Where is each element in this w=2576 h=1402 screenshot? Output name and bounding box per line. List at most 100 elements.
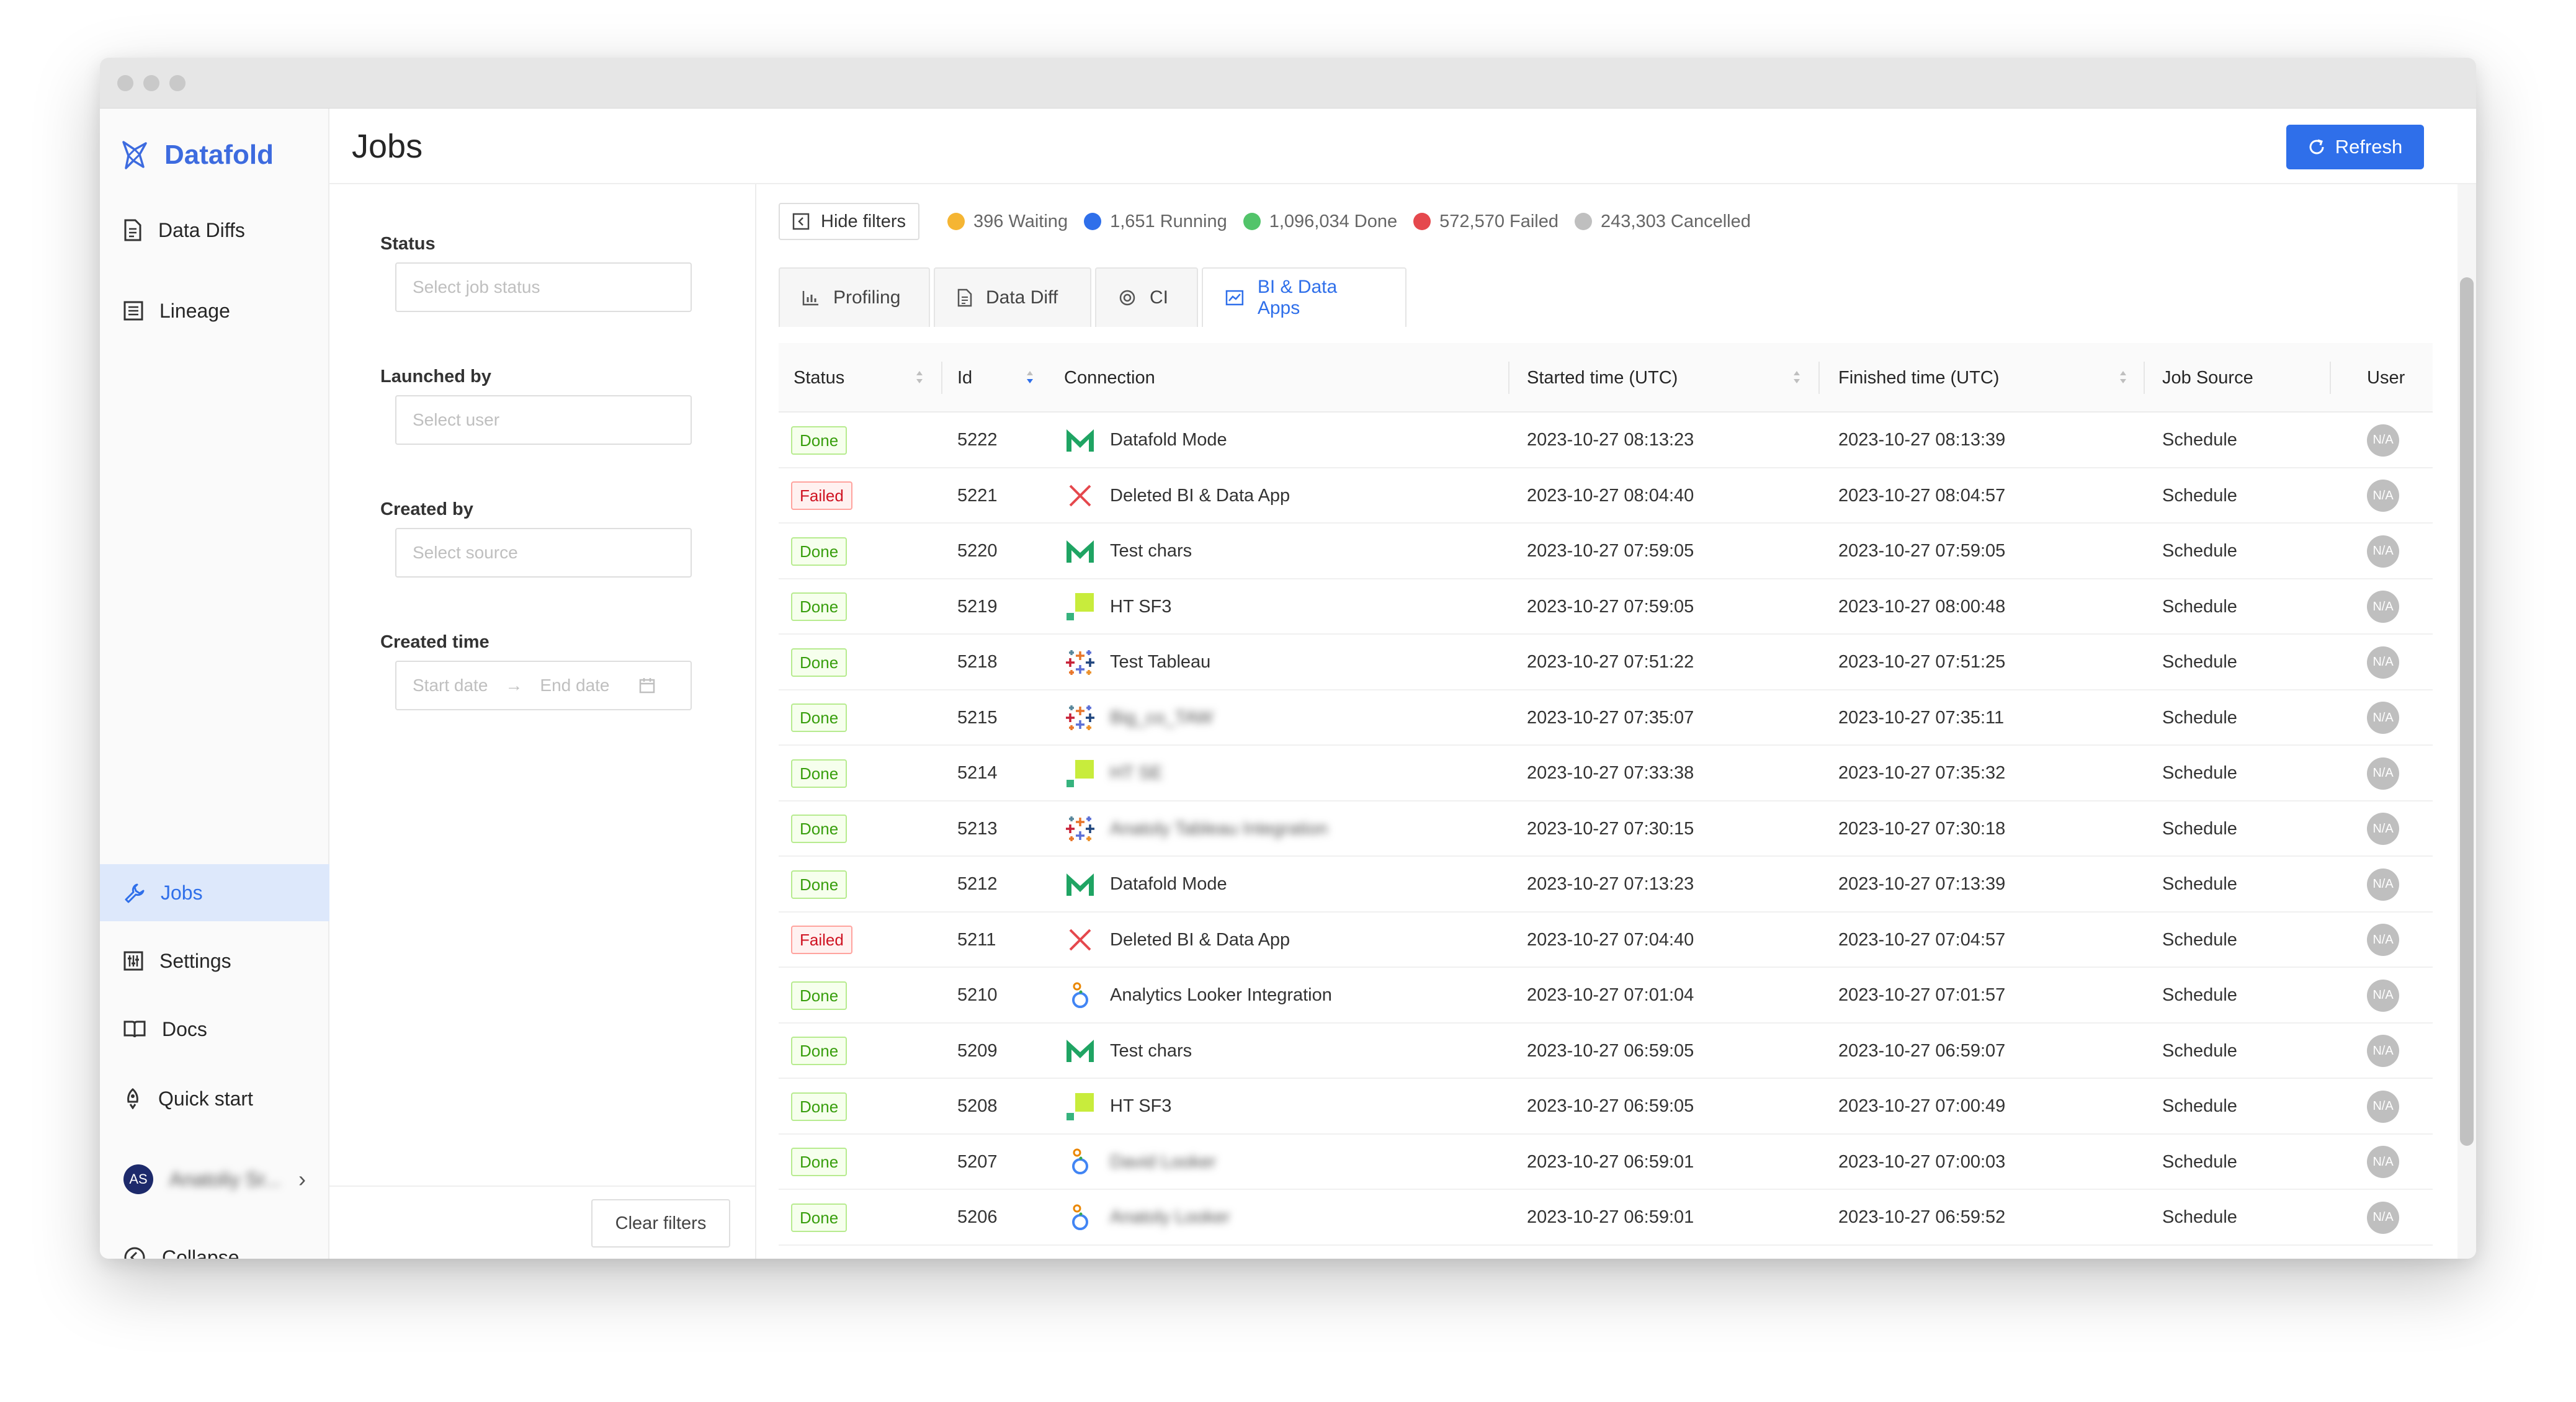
table-row[interactable]: Failed 5221 Deleted BI & Data App 2023-10-2… xyxy=(779,468,2433,524)
started-time-cell: 2023-10-27 07:01:04 xyxy=(1527,985,1694,1005)
start-date-input[interactable]: Start date xyxy=(413,676,488,695)
refresh-button[interactable]: Refresh xyxy=(2286,125,2424,169)
connection-cell[interactable]: HT SF3 xyxy=(1064,579,1171,635)
job-source-cell: Schedule xyxy=(2162,1040,2237,1061)
table-row[interactable]: Done 5219 HT SF3 2023-10-27 07:59:05 2023-10… xyxy=(779,579,2433,635)
connection-cell[interactable]: Test Tableau xyxy=(1064,635,1210,690)
avatar: N/A xyxy=(2367,924,2399,956)
job-source-cell: Schedule xyxy=(2162,485,2237,506)
sort-icon[interactable] xyxy=(1792,368,1801,386)
deleted-icon xyxy=(1064,480,1096,512)
id-cell: 5220 xyxy=(957,541,998,561)
job-stats: 396 Waiting 1,651 Running 1,096,034 Done… xyxy=(947,203,1751,240)
clear-filters-button[interactable]: Clear filters xyxy=(591,1199,730,1248)
connection-cell[interactable]: David Looker xyxy=(1064,1135,1216,1190)
table-row[interactable]: Failed 5211 Deleted BI & Data App 2023-10-2… xyxy=(779,913,2433,968)
table-row[interactable]: Done 5209 Test chars 2023-10-27 06:59:05 202… xyxy=(779,1024,2433,1079)
table-row[interactable]: Done 5218 Test Tableau 2023-10-27 07:51:22 2… xyxy=(779,635,2433,690)
chevron-right-icon: › xyxy=(298,1166,306,1192)
sort-icon[interactable] xyxy=(2119,368,2127,386)
table-row[interactable]: Done 5206 Anatoly Looker 2023-10-27 06:59:0… xyxy=(779,1190,2433,1246)
tab-profiling[interactable]: Profiling xyxy=(779,267,930,327)
table-row[interactable]: Done 5214 HT SE 2023-10-27 07:33:38 2023-10-… xyxy=(779,746,2433,801)
connection-cell[interactable]: Deleted BI & Data App xyxy=(1064,913,1290,968)
finished-time-cell: 2023-10-27 06:59:52 xyxy=(1838,1207,2006,1227)
avatar: N/A xyxy=(2367,979,2399,1012)
connection-name: Datafold Mode xyxy=(1110,874,1227,894)
connection-cell[interactable]: Datafold Mode xyxy=(1064,857,1227,912)
connection-cell[interactable]: Test chars xyxy=(1064,524,1192,579)
connection-cell[interactable]: Big_co_TAW xyxy=(1064,690,1213,746)
connection-name: Test Tableau xyxy=(1110,652,1211,672)
stat-running: 1,651 Running xyxy=(1084,212,1227,232)
finished-time-cell: 2023-10-27 07:59:05 xyxy=(1838,541,2006,561)
status-dot-icon xyxy=(947,213,965,230)
table-row[interactable]: Done 5210 Analytics Looker Integration 2023… xyxy=(779,968,2433,1024)
column-started-time[interactable]: Started time (UTC) xyxy=(1527,343,1678,413)
table-row[interactable]: Done 5212 Datafold Mode 2023-10-27 07:13:23… xyxy=(779,857,2433,913)
window-zoom-dot[interactable] xyxy=(169,75,186,91)
tab-ci[interactable]: CI xyxy=(1095,267,1198,327)
status-cell: Failed xyxy=(791,913,852,968)
created-time-label: Created time xyxy=(380,632,490,652)
connection-cell[interactable]: Analytics Looker Integration xyxy=(1064,968,1332,1023)
finished-time-cell: 2023-10-27 07:30:18 xyxy=(1838,818,2006,839)
stat-label: 1,651 Running xyxy=(1110,211,1227,231)
status-cell: Done xyxy=(791,746,847,801)
wrench-icon xyxy=(125,883,145,903)
connection-cell[interactable]: HT SE xyxy=(1064,746,1163,801)
table-row[interactable]: Done 5213 Anatoly Tableau Integration 2023-… xyxy=(779,801,2433,857)
sort-icon[interactable] xyxy=(915,368,924,386)
table-row[interactable]: Done 5208 HT SF3 2023-10-27 06:59:05 2023-10… xyxy=(779,1079,2433,1135)
hide-filters-button[interactable]: Hide filters xyxy=(779,203,919,240)
sort-icon-active[interactable] xyxy=(1026,368,1034,386)
table-row[interactable]: Done 5215 Big_co_TAW 2023-10-27 07:35:07 202… xyxy=(779,690,2433,746)
sidebar-item-jobs[interactable]: Jobs xyxy=(100,864,329,921)
window-close-dot[interactable] xyxy=(117,75,133,91)
table-row[interactable]: Done 5207 David Looker 2023-10-27 06:59:01 2… xyxy=(779,1135,2433,1190)
connection-cell[interactable]: Anatoly Looker xyxy=(1064,1190,1230,1245)
scrollbar-thumb[interactable] xyxy=(2460,277,2474,1146)
collapse-button[interactable]: Collapse xyxy=(100,1229,329,1259)
created-by-select[interactable]: Select source xyxy=(395,528,692,578)
avatar: N/A xyxy=(2367,813,2399,845)
window-minimize-dot[interactable] xyxy=(143,75,159,91)
sidebar-item-docs[interactable]: Docs xyxy=(100,1001,329,1058)
column-divider xyxy=(2330,362,2331,394)
stat-failed: 572,570 Failed xyxy=(1413,212,1559,232)
end-date-input[interactable]: End date xyxy=(540,676,609,695)
column-finished-time[interactable]: Finished time (UTC) xyxy=(1838,343,1999,413)
table-row[interactable]: Done 5222 Datafold Mode 2023-10-27 08:13:23… xyxy=(779,413,2433,468)
status-select[interactable]: Select job status xyxy=(395,262,692,312)
column-status[interactable]: Status xyxy=(794,343,844,413)
jobs-content: Hide filters 396 Waiting 1,651 Running 1… xyxy=(756,184,2476,1259)
finished-time-cell: 2023-10-27 07:01:57 xyxy=(1838,985,2006,1005)
user-cell: N/A xyxy=(2367,1190,2399,1245)
connection-cell[interactable]: Deleted BI & Data App xyxy=(1064,468,1290,524)
sidebar-user-menu[interactable]: AS Anatoliy Sr... › xyxy=(100,1151,329,1208)
sidebar-item-data-diffs[interactable]: Data Diffs xyxy=(100,202,329,259)
table-row[interactable]: Done 5220 Test chars 2023-10-27 07:59:05 202… xyxy=(779,524,2433,579)
sidebar-item-quick-start[interactable]: Quick start xyxy=(100,1070,329,1127)
finished-time-cell: 2023-10-27 07:04:57 xyxy=(1838,929,2006,950)
brand-logo[interactable]: Datafold xyxy=(121,133,274,177)
connection-cell[interactable]: Anatoly Tableau Integration xyxy=(1064,801,1328,857)
launched-by-select[interactable]: Select user xyxy=(395,395,692,445)
scrollbar[interactable] xyxy=(2457,184,2476,1259)
tab-bi-data-apps[interactable]: BI & Data Apps xyxy=(1202,267,1407,327)
sidebar-item-settings[interactable]: Settings xyxy=(100,932,329,989)
job-type-tabs: Profiling Data Diff CI BI & Data Apps xyxy=(779,267,1407,327)
job-source-cell: Schedule xyxy=(2162,1207,2237,1227)
column-id[interactable]: Id xyxy=(957,343,972,413)
finished-time-cell: 2023-10-27 07:13:39 xyxy=(1838,874,2006,894)
sidebar-item-label: Quick start xyxy=(158,1087,253,1110)
connection-cell[interactable]: HT SF3 xyxy=(1064,1079,1171,1134)
sidebar-item-lineage[interactable]: Lineage xyxy=(100,282,329,339)
connection-cell[interactable]: Test chars xyxy=(1064,1024,1192,1079)
connection-cell[interactable]: Datafold Mode xyxy=(1064,413,1227,468)
avatar: N/A xyxy=(2367,702,2399,734)
tab-data-diff[interactable]: Data Diff xyxy=(934,267,1091,327)
date-range-picker[interactable]: Start date → End date xyxy=(395,661,692,710)
status-cell: Failed xyxy=(791,468,852,524)
finished-time-cell: 2023-10-27 07:00:49 xyxy=(1838,1096,2006,1116)
